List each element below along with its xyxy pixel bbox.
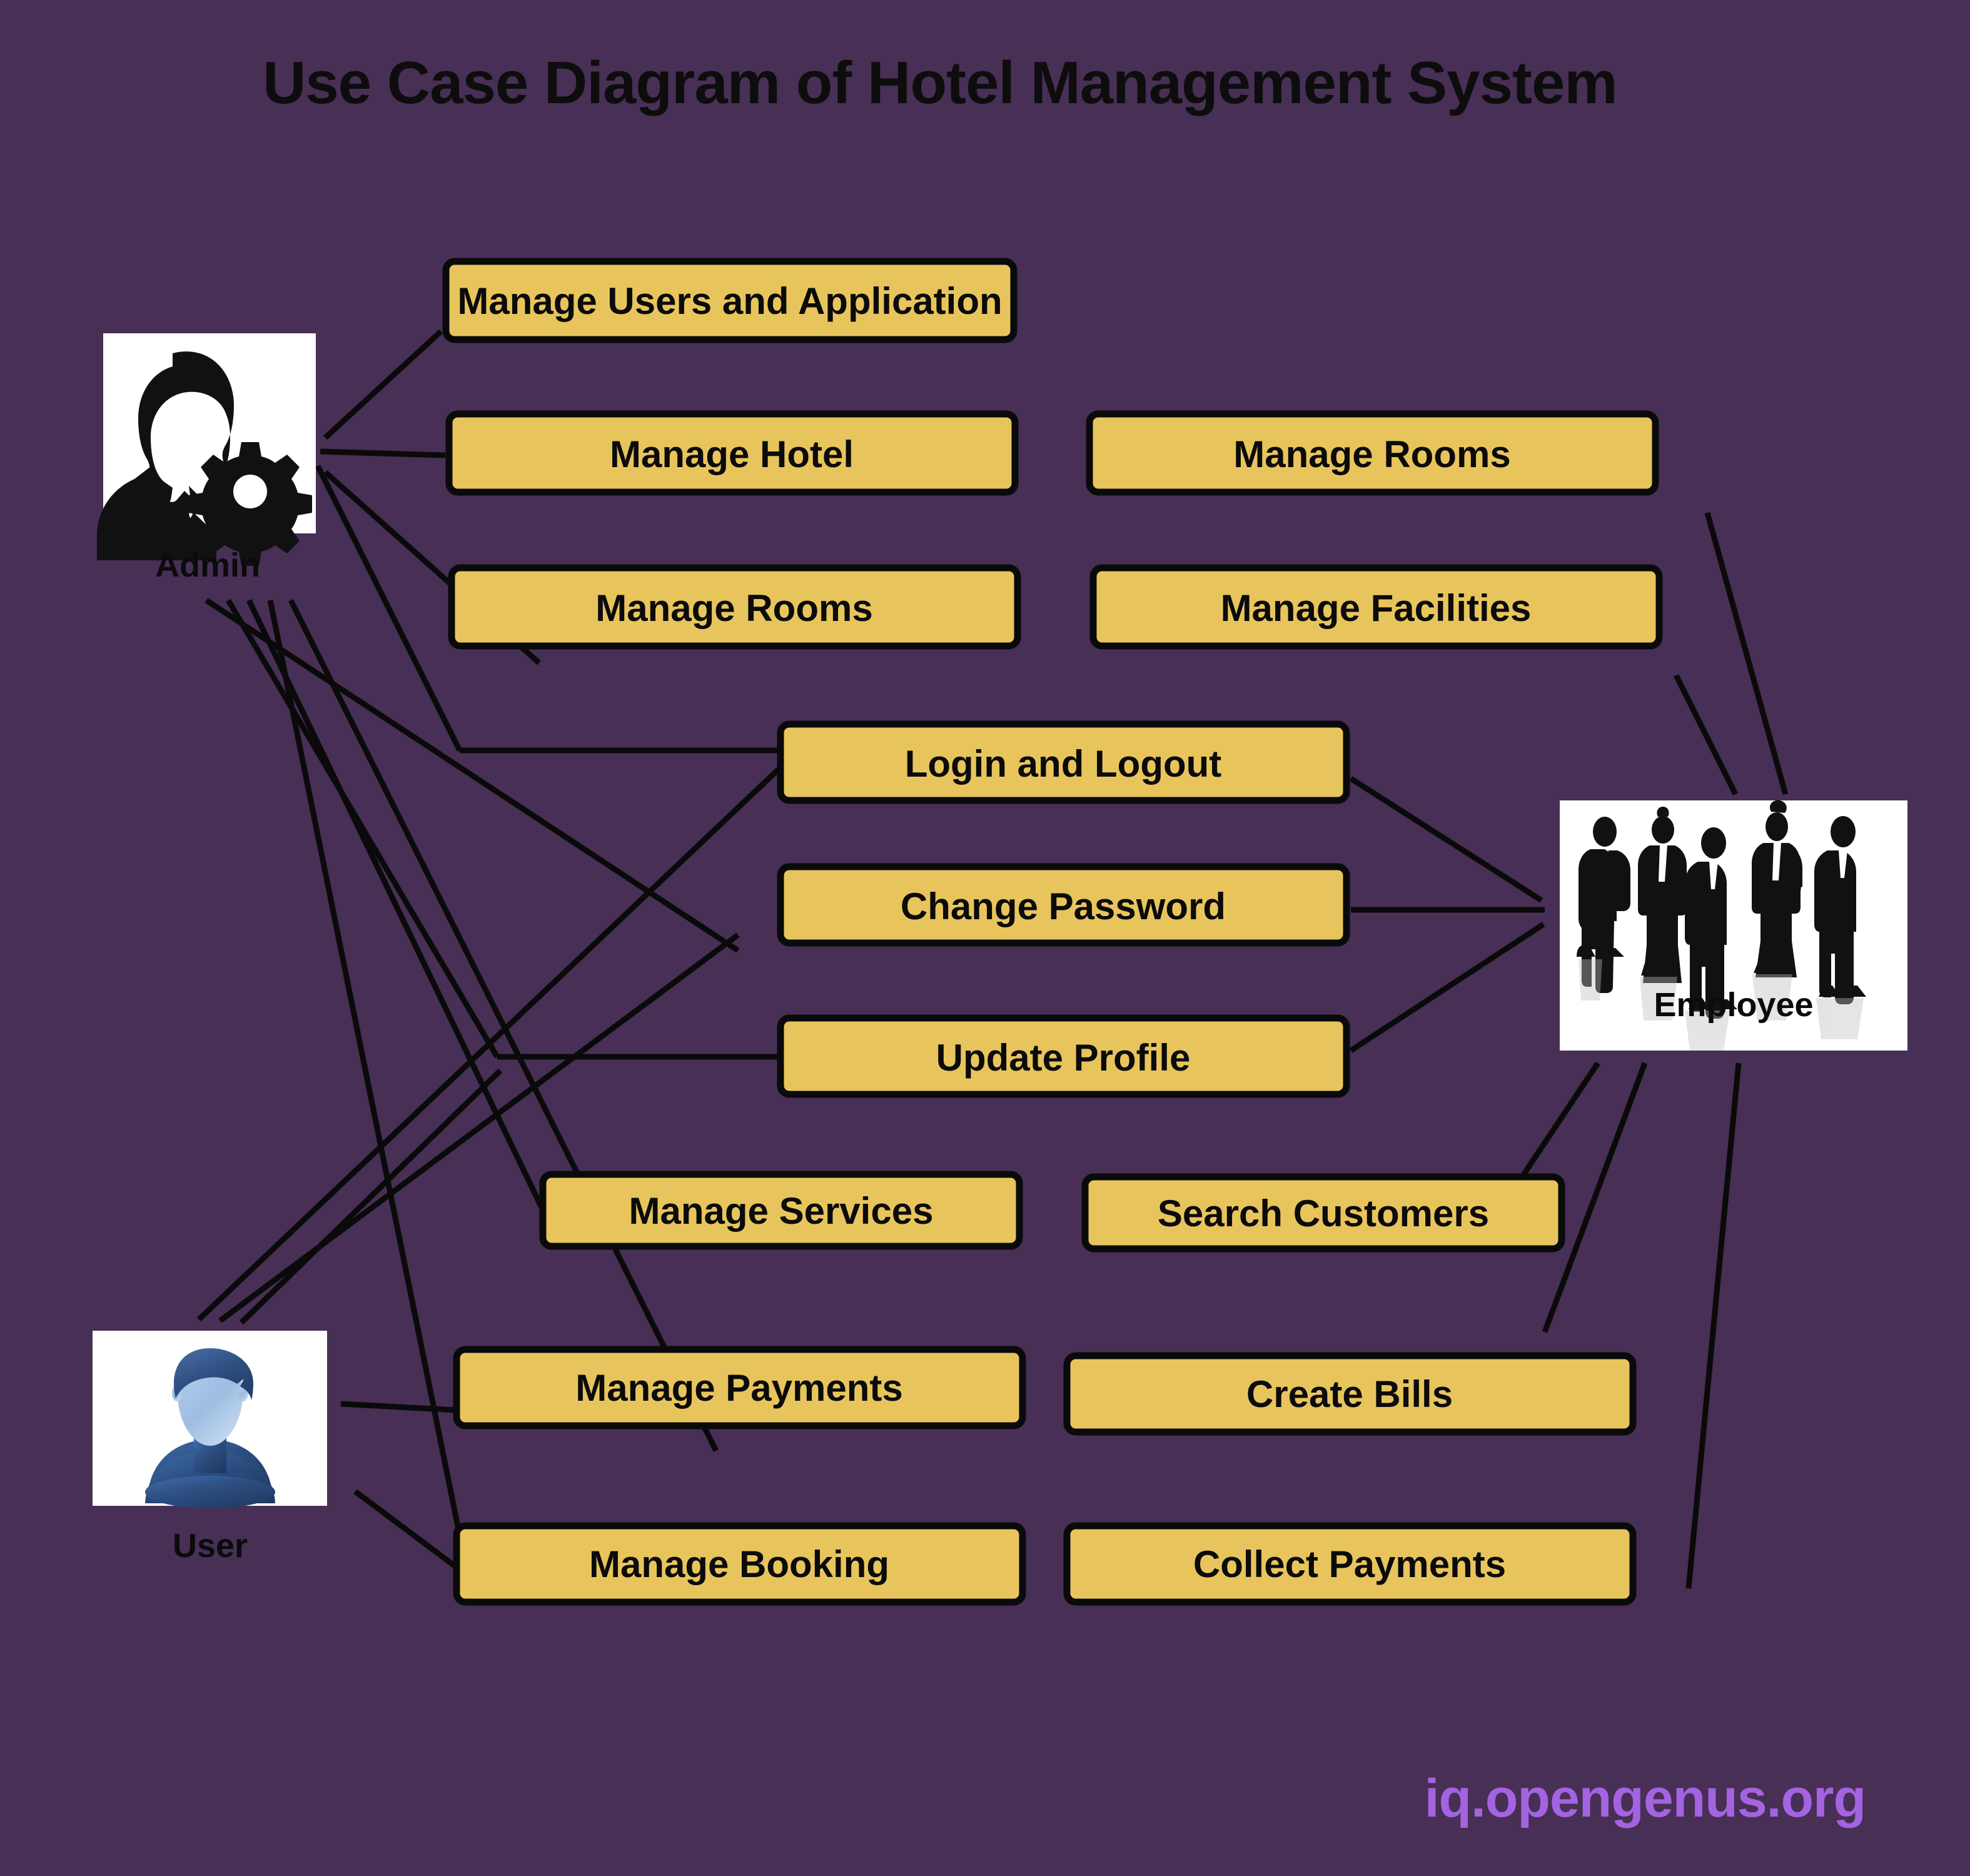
use-case-search-customers[interactable]: Search Customers bbox=[1081, 1173, 1565, 1253]
use-case-create-bills[interactable]: Create Bills bbox=[1063, 1352, 1637, 1436]
use-case-label: Manage Rooms bbox=[1233, 433, 1510, 475]
diagram-svg: Use Case Diagram of Hotel Management Sys… bbox=[93, 49, 1907, 1828]
page-title: Use Case Diagram of Hotel Management Sys… bbox=[263, 49, 1617, 116]
use-case-label: Manage Services bbox=[629, 1190, 934, 1232]
use-case-label: Manage Users and Application bbox=[457, 280, 1002, 322]
use-case-label: Manage Payments bbox=[575, 1367, 903, 1409]
use-case-manage-payments[interactable]: Manage Payments bbox=[453, 1346, 1026, 1430]
use-case-label: Change Password bbox=[901, 885, 1226, 927]
use-case-manage-rooms-right[interactable]: Manage Rooms bbox=[1086, 410, 1659, 496]
association-line-admin-manage-services bbox=[246, 599, 546, 1211]
association-line-user-manage-payments bbox=[340, 1401, 457, 1413]
use-case-manage-services[interactable]: Manage Services bbox=[539, 1171, 1023, 1250]
actor-admin[interactable]: Admin bbox=[97, 333, 316, 584]
use-case-collect-payments[interactable]: Collect Payments bbox=[1063, 1522, 1637, 1606]
actor-label-admin: Admin bbox=[155, 547, 260, 584]
use-case-label: Manage Facilities bbox=[1221, 587, 1532, 629]
use-case-manage-facilities[interactable]: Manage Facilities bbox=[1089, 564, 1663, 650]
association-line-user-manage-booking bbox=[353, 1489, 462, 1572]
actor-label-employee: Employee bbox=[1654, 986, 1813, 1024]
use-case-diagram-canvas: Use Case Diagram of Hotel Management Sys… bbox=[0, 0, 1970, 1876]
use-case-label: Manage Booking bbox=[589, 1543, 889, 1585]
actor-user[interactable]: User bbox=[93, 1331, 327, 1565]
use-case-label: Login and Logout bbox=[905, 743, 1222, 785]
association-line-employee-update-profile bbox=[1349, 922, 1545, 1053]
association-line-employee-manage-rooms-right bbox=[1704, 512, 1789, 795]
association-line-admin-manage-users bbox=[323, 329, 443, 440]
use-case-login-and-logout[interactable]: Login and Logout bbox=[777, 720, 1350, 804]
use-case-label: Update Profile bbox=[936, 1037, 1191, 1079]
association-line-user-change-password bbox=[218, 932, 740, 1323]
use-case-manage-booking[interactable]: Manage Booking bbox=[453, 1522, 1026, 1606]
use-case-update-profile[interactable]: Update Profile bbox=[777, 1014, 1350, 1098]
association-line-employee-manage-facilities bbox=[1673, 673, 1739, 796]
association-line-admin-change-password bbox=[205, 598, 740, 953]
actor-employee[interactable]: Employee bbox=[1560, 800, 1907, 1051]
actor-label-user: User bbox=[173, 1527, 248, 1565]
use-case-label: Manage Hotel bbox=[610, 433, 854, 475]
association-line-admin-login-logout bbox=[315, 464, 463, 752]
use-case-label: Manage Rooms bbox=[595, 587, 872, 629]
use-case-manage-users-and-application[interactable]: Manage Users and Application bbox=[442, 258, 1018, 343]
use-case-label: Create Bills bbox=[1246, 1373, 1453, 1415]
use-case-manage-rooms-left[interactable]: Manage Rooms bbox=[448, 564, 1021, 650]
association-line-admin-manage-hotel bbox=[320, 448, 446, 458]
association-line-employee-login-logout bbox=[1349, 776, 1543, 903]
use-case-manage-hotel[interactable]: Manage Hotel bbox=[445, 410, 1019, 496]
use-case-change-password[interactable]: Change Password bbox=[777, 863, 1350, 947]
use-case-label: Search Customers bbox=[1158, 1193, 1489, 1234]
association-line-employee-collect-payments bbox=[1685, 1062, 1742, 1589]
use-case-label: Collect Payments bbox=[1193, 1543, 1506, 1585]
association-line-admin-update-profile bbox=[226, 598, 500, 1059]
watermark: iq.opengenus.org bbox=[1425, 1768, 1866, 1828]
